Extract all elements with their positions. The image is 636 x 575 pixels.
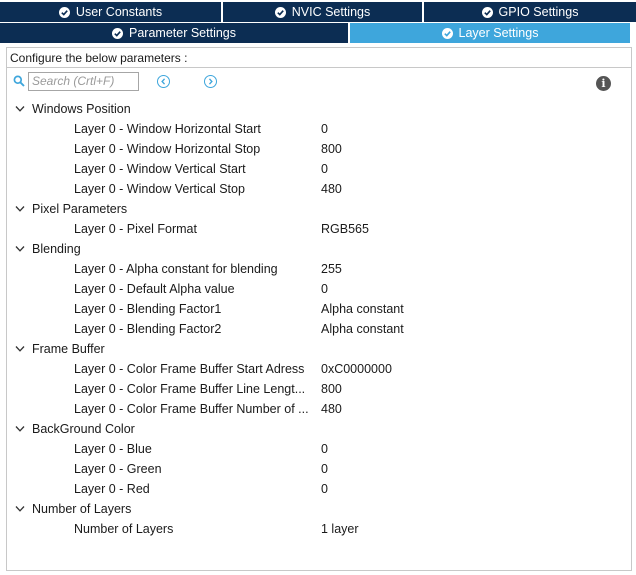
tree-group[interactable]: Frame Buffer <box>7 339 631 359</box>
check-circle-icon <box>441 27 453 39</box>
parameter-name: Layer 0 - Red <box>74 482 150 496</box>
chevron-right-icon <box>208 78 213 85</box>
tree-group-label: Pixel Parameters <box>32 202 128 216</box>
parameter-name: Layer 0 - Green <box>74 462 162 476</box>
parameter-value[interactable]: 0xC0000000 <box>321 359 392 379</box>
tree-group-label: BackGround Color <box>32 422 135 436</box>
next-match-button[interactable] <box>204 75 217 88</box>
tree-group-label: Windows Position <box>32 102 131 116</box>
parameter-name: Layer 0 - Color Frame Buffer Start Adres… <box>74 362 305 376</box>
tree-group[interactable]: Blending <box>7 239 631 259</box>
parameter-name: Layer 0 - Blue <box>74 442 152 456</box>
search-input[interactable]: Search (Crtl+F) <box>28 72 139 91</box>
parameter-value[interactable]: Alpha constant <box>321 299 404 319</box>
parameter-value[interactable]: 255 <box>321 259 342 279</box>
parameter-value[interactable]: 480 <box>321 179 342 199</box>
parameter-name: Layer 0 - Window Vertical Stop <box>74 182 245 196</box>
parameter-row[interactable]: Layer 0 - Window Vertical Stop 480 <box>7 179 631 199</box>
check-circle-icon <box>58 6 70 18</box>
tab-row-bottom: Parameter Settings Layer Settings <box>0 23 636 43</box>
tree-group-label: Number of Layers <box>32 502 132 516</box>
parameter-panel: Configure the below parameters : Search … <box>6 47 632 571</box>
tree-group[interactable]: BackGround Color <box>7 419 631 439</box>
parameter-value[interactable]: 800 <box>321 139 342 159</box>
parameter-name: Layer 0 - Blending Factor2 <box>74 322 222 336</box>
parameter-value[interactable]: 800 <box>321 379 342 399</box>
tab-label: GPIO Settings <box>498 5 579 19</box>
parameter-value[interactable]: 0 <box>321 119 328 139</box>
parameter-row[interactable]: Layer 0 - Blue 0 <box>7 439 631 459</box>
check-circle-icon <box>481 6 493 18</box>
parameter-row[interactable]: Layer 0 - Window Vertical Start 0 <box>7 159 631 179</box>
chevron-left-icon <box>161 78 166 85</box>
chevron-down-icon[interactable] <box>15 205 25 213</box>
parameter-name: Layer 0 - Color Frame Buffer Line Lengt.… <box>74 382 306 396</box>
tree-group[interactable]: Windows Position <box>7 99 631 119</box>
parameter-value[interactable]: 0 <box>321 439 328 459</box>
parameter-value[interactable]: 480 <box>321 399 342 419</box>
search-icon[interactable] <box>13 75 25 87</box>
tab-nvic-settings[interactable]: NVIC Settings <box>223 2 424 22</box>
chevron-down-icon[interactable] <box>15 245 25 253</box>
check-circle-icon <box>274 6 286 18</box>
parameter-name: Layer 0 - Window Horizontal Stop <box>74 142 261 156</box>
tab-label: Parameter Settings <box>129 26 236 40</box>
parameter-value[interactable]: 0 <box>321 279 328 299</box>
parameter-name: Layer 0 - Default Alpha value <box>74 282 235 296</box>
parameter-name: Layer 0 - Blending Factor1 <box>74 302 222 316</box>
parameter-row[interactable]: Layer 0 - Alpha constant for blending 255 <box>7 259 631 279</box>
parameter-row[interactable]: Number of Layers 1 layer <box>7 519 631 539</box>
tree-group[interactable]: Number of Layers <box>7 499 631 519</box>
parameter-row[interactable]: Layer 0 - Color Frame Buffer Number of .… <box>7 399 631 419</box>
parameter-value[interactable]: 0 <box>321 459 328 479</box>
parameter-row[interactable]: Layer 0 - Window Horizontal Start 0 <box>7 119 631 139</box>
tree-group[interactable]: Pixel Parameters <box>7 199 631 219</box>
parameter-name: Layer 0 - Color Frame Buffer Number of .… <box>74 402 309 416</box>
tree-group-label: Blending <box>32 242 81 256</box>
search-toolbar: Search (Crtl+F) <box>7 68 631 94</box>
parameter-value[interactable]: 1 layer <box>321 519 359 539</box>
parameter-row[interactable]: Layer 0 - Default Alpha value 0 <box>7 279 631 299</box>
parameter-row[interactable]: Layer 0 - Green 0 <box>7 459 631 479</box>
tab-label: User Constants <box>75 5 163 19</box>
tab-label: Layer Settings <box>458 26 539 40</box>
parameter-name: Number of Layers <box>74 522 174 536</box>
parameter-name: Layer 0 - Window Vertical Start <box>74 162 246 176</box>
parameter-row[interactable]: Layer 0 - Pixel Format RGB565 <box>7 219 631 239</box>
parameter-value[interactable]: 0 <box>321 159 328 179</box>
tree-group-label: Frame Buffer <box>32 342 105 356</box>
parameter-row[interactable]: Layer 0 - Color Frame Buffer Start Adres… <box>7 359 631 379</box>
tab-parameter-settings[interactable]: Parameter Settings <box>0 23 350 43</box>
parameter-row[interactable]: Layer 0 - Red 0 <box>7 479 631 499</box>
tab-layer-settings[interactable]: Layer Settings <box>350 23 630 43</box>
tab-gpio-settings[interactable]: GPIO Settings <box>424 2 636 22</box>
parameter-name: Layer 0 - Window Horizontal Start <box>74 122 261 136</box>
tab-label: NVIC Settings <box>291 5 371 19</box>
parameter-row[interactable]: Layer 0 - Window Horizontal Stop 800 <box>7 139 631 159</box>
info-icon[interactable]: i <box>596 76 611 91</box>
configure-header: Configure the below parameters : <box>7 48 631 68</box>
parameter-value[interactable]: Alpha constant <box>321 319 404 339</box>
tab-user-constants[interactable]: User Constants <box>0 2 223 22</box>
previous-match-button[interactable] <box>157 75 170 88</box>
check-circle-icon <box>112 27 123 39</box>
chevron-down-icon[interactable] <box>15 105 25 113</box>
parameter-name: Layer 0 - Pixel Format <box>74 222 197 236</box>
chevron-down-icon[interactable] <box>15 505 25 513</box>
parameter-row[interactable]: Layer 0 - Blending Factor2 Alpha constant <box>7 319 631 339</box>
chevron-down-icon[interactable] <box>15 425 25 433</box>
parameter-tree: Windows Position Layer 0 - Window Horizon… <box>7 99 631 539</box>
parameter-value[interactable]: RGB565 <box>321 219 369 239</box>
chevron-down-icon[interactable] <box>15 345 25 353</box>
parameter-value[interactable]: 0 <box>321 479 328 499</box>
parameter-row[interactable]: Layer 0 - Color Frame Buffer Line Lengt.… <box>7 379 631 399</box>
tab-row-top: User Constants NVIC Settings GPIO Settin… <box>0 2 636 22</box>
parameter-name: Layer 0 - Alpha constant for blending <box>74 262 278 276</box>
parameter-row[interactable]: Layer 0 - Blending Factor1 Alpha constant <box>7 299 631 319</box>
